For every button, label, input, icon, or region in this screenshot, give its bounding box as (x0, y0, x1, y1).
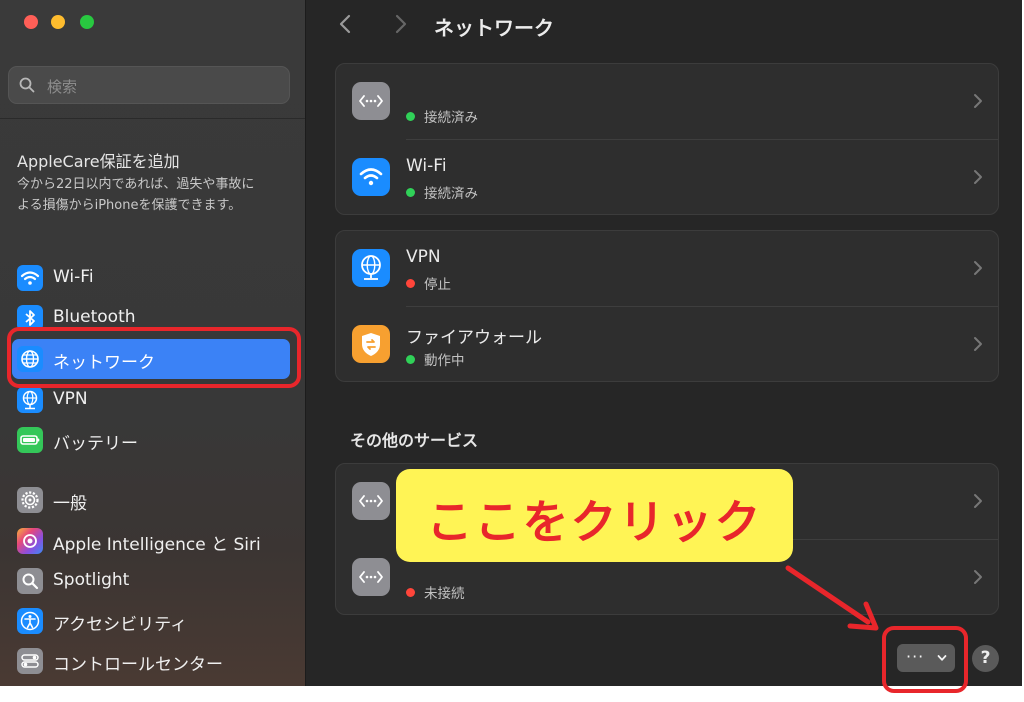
sidebar-item-label: アクセシビリティ (53, 615, 188, 635)
accessibility-icon (17, 608, 43, 634)
sidebar-item-wifi[interactable]: Wi-Fi (12, 259, 290, 297)
service-name: ファイアウォール (406, 328, 542, 348)
chevron-right-icon (974, 494, 982, 508)
back-chevron-icon[interactable] (336, 12, 356, 36)
status-dot (406, 188, 415, 197)
search-field[interactable]: 検索 (8, 66, 290, 104)
zoom-window-button[interactable] (80, 15, 94, 29)
search-icon (19, 77, 35, 93)
sidebar-item-label: VPN (53, 389, 88, 409)
service-name: VPN (406, 247, 441, 267)
gear-icon (17, 487, 43, 513)
forward-chevron-icon[interactable] (390, 12, 410, 36)
ethernet-icon (352, 558, 390, 596)
chevron-right-icon (974, 337, 982, 351)
status-dot (406, 588, 415, 597)
search-placeholder: 検索 (47, 78, 78, 96)
page-title: ネットワーク (434, 16, 554, 40)
battery-icon (17, 427, 43, 453)
service-status: 動作中 (406, 349, 465, 369)
chevron-right-icon (974, 570, 982, 584)
sidebar-divider (0, 118, 305, 119)
annotation-callout: ここをクリック (396, 469, 793, 562)
sidebar-item-siri[interactable]: Apple Intelligence と Siri (12, 522, 290, 560)
sidebar-item-control-center[interactable]: コントロールセンター (12, 642, 290, 680)
bottom-margin (0, 686, 1024, 702)
siri-icon (17, 528, 43, 554)
sidebar-item-label: バッテリー (53, 434, 138, 454)
sidebar-item-label: コントロールセンター (53, 655, 223, 675)
service-status: 接続済み (406, 182, 478, 202)
main-pane: ネットワーク 接続済み Wi-Fi 接続済み VPN 停止 ファイアウォール 動… (306, 0, 1022, 686)
sidebar-item-label: Wi-Fi (53, 267, 94, 287)
wifi-icon (352, 158, 390, 196)
sidebar-item-accessibility[interactable]: アクセシビリティ (12, 602, 290, 640)
sidebar-item-spotlight[interactable]: Spotlight (12, 562, 290, 600)
sidebar-item-label: Spotlight (53, 570, 130, 590)
service-row-ethernet[interactable]: 接続済み (336, 64, 998, 139)
status-dot (406, 112, 415, 121)
vpn-globe-icon (352, 249, 390, 287)
sidebar-item-general[interactable]: 一般 (12, 481, 290, 519)
ethernet-icon (352, 82, 390, 120)
network-services-group: 接続済み Wi-Fi 接続済み (335, 63, 999, 215)
ethernet-icon (352, 482, 390, 520)
control-center-icon (17, 648, 43, 674)
callout-text: ここをクリック (426, 495, 763, 549)
other-services-heading: その他のサービス (350, 431, 479, 450)
annotation-highlight-network (7, 327, 301, 388)
vpn-globe-icon (17, 387, 43, 413)
service-status: 停止 (406, 273, 451, 293)
status-dot (406, 355, 415, 364)
chevron-right-icon (974, 261, 982, 275)
chevron-right-icon (974, 94, 982, 108)
sidebar-item-label: Bluetooth (53, 307, 136, 327)
chevron-right-icon (974, 170, 982, 184)
sidebar-item-battery[interactable]: バッテリー (12, 421, 290, 459)
service-row-firewall[interactable]: ファイアウォール 動作中 (336, 307, 998, 382)
annotation-highlight-more-button (882, 626, 968, 693)
service-row-vpn[interactable]: VPN 停止 (336, 231, 998, 306)
service-row-wifi[interactable]: Wi-Fi 接続済み (336, 140, 998, 215)
sidebar-item-label: Apple Intelligence と Siri (53, 535, 261, 555)
close-window-button[interactable] (24, 15, 38, 29)
service-status: 未接続 (406, 582, 465, 602)
applecare-promo-title[interactable]: AppleCare保証を追加 (17, 148, 180, 172)
help-button[interactable]: ? (972, 645, 999, 672)
wifi-icon (17, 265, 43, 291)
service-name: Wi-Fi (406, 156, 447, 176)
status-dot (406, 279, 415, 288)
annotation-arrow-icon (785, 565, 879, 631)
magnifier-icon (17, 568, 43, 594)
sidebar-item-label: 一般 (53, 494, 87, 514)
security-services-group: VPN 停止 ファイアウォール 動作中 (335, 230, 999, 382)
applecare-promo-body[interactable]: 今から22日以内であれば、過失や事故による損傷からiPhoneを保護できます。 (17, 175, 267, 216)
firewall-icon (352, 325, 390, 363)
service-status: 接続済み (406, 106, 478, 126)
minimize-window-button[interactable] (51, 15, 65, 29)
